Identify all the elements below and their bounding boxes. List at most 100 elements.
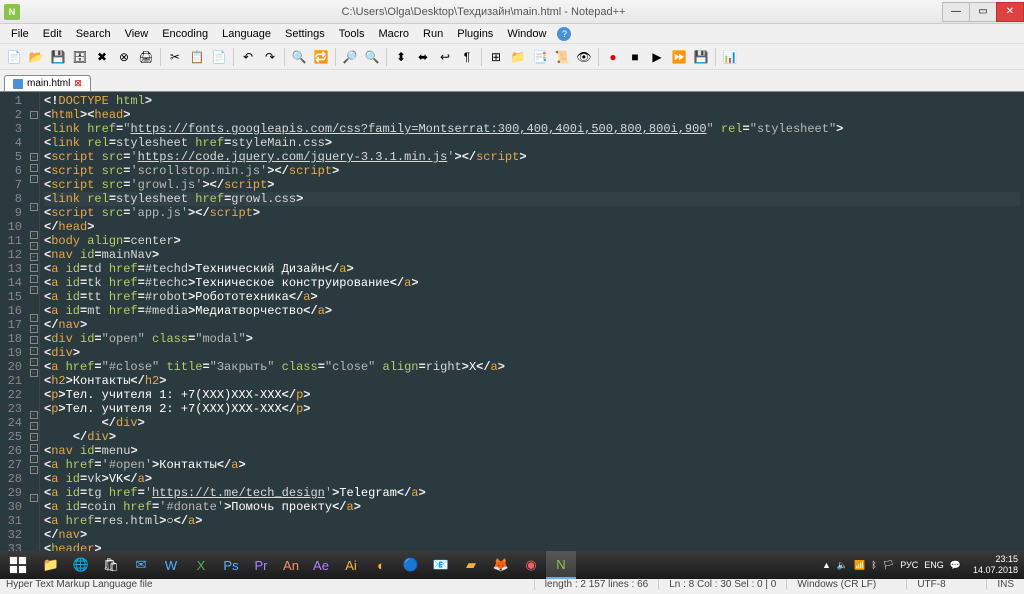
save-icon[interactable]: 💾 bbox=[48, 47, 68, 67]
code-line[interactable]: <link rel=stylesheet href=styleMain.css> bbox=[44, 136, 1020, 150]
code-line[interactable]: <a id=tk href=#techc>Техническое констру… bbox=[44, 276, 1020, 290]
func-list-icon[interactable]: 📜 bbox=[552, 47, 572, 67]
menu-view[interactable]: View bbox=[118, 26, 156, 42]
fold-gutter[interactable]: ------------------------ bbox=[28, 92, 40, 558]
replace-icon[interactable]: 🔁 bbox=[311, 47, 331, 67]
redo-icon[interactable]: ↷ bbox=[260, 47, 280, 67]
close-button[interactable]: ✕ bbox=[996, 2, 1024, 22]
tray-network-icon[interactable]: 🔈 bbox=[837, 560, 848, 571]
task-sublime-icon[interactable]: ▰ bbox=[456, 551, 486, 579]
fold-marker[interactable]: - bbox=[30, 242, 38, 250]
tray-kbd-layout[interactable]: РУС bbox=[900, 560, 918, 570]
code-line[interactable]: </div> bbox=[44, 416, 1020, 430]
copy-icon[interactable]: 📋 bbox=[187, 47, 207, 67]
code-line[interactable]: <nav id=mainNav> bbox=[44, 248, 1020, 262]
save-macro-icon[interactable]: 💾 bbox=[691, 47, 711, 67]
fold-marker[interactable]: - bbox=[30, 253, 38, 261]
doc-map-icon[interactable]: 📑 bbox=[530, 47, 550, 67]
code-line[interactable]: <p>Тел. учителя 2: +7(XXX)XXX-XXX</p> bbox=[44, 402, 1020, 416]
fold-marker[interactable]: - bbox=[30, 175, 38, 183]
indent-guide-icon[interactable]: ⊞ bbox=[486, 47, 506, 67]
close-all-icon[interactable]: ⊗ bbox=[114, 47, 134, 67]
maximize-button[interactable]: ▭ bbox=[969, 2, 997, 22]
code-line[interactable]: <link rel=stylesheet href=growl.css> bbox=[44, 192, 1020, 206]
undo-icon[interactable]: ↶ bbox=[238, 47, 258, 67]
fold-marker[interactable]: - bbox=[30, 153, 38, 161]
fold-marker[interactable]: - bbox=[30, 264, 38, 272]
compare-icon[interactable]: 📊 bbox=[720, 47, 740, 67]
task-edge-icon[interactable]: 🌐 bbox=[66, 551, 96, 579]
task-word-icon[interactable]: W bbox=[156, 551, 186, 579]
code-line[interactable]: <body align=center> bbox=[44, 234, 1020, 248]
tray-wifi-icon[interactable]: 📶 bbox=[854, 560, 865, 571]
code-line[interactable]: <h2>Контакты</h2> bbox=[44, 374, 1020, 388]
code-area[interactable]: <!DOCTYPE html><html><head><link href="h… bbox=[40, 92, 1024, 558]
print-icon[interactable]: 🖨 bbox=[136, 47, 156, 67]
code-line[interactable]: <link href="https://fonts.googleapis.com… bbox=[44, 122, 1020, 136]
code-line[interactable]: <div> bbox=[44, 346, 1020, 360]
record-macro-icon[interactable]: ● bbox=[603, 47, 623, 67]
code-line[interactable]: <p>Тел. учителя 1: +7(XXX)XXX-XXX</p> bbox=[44, 388, 1020, 402]
fold-marker[interactable]: - bbox=[30, 111, 38, 119]
task-animate-icon[interactable]: An bbox=[276, 551, 306, 579]
fold-marker[interactable]: - bbox=[30, 433, 38, 441]
editor[interactable]: 1234567891011121314151617181920212223242… bbox=[0, 92, 1024, 558]
fold-marker[interactable]: - bbox=[30, 466, 38, 474]
fold-marker[interactable]: - bbox=[30, 422, 38, 430]
tray-action-icon[interactable]: 💬 bbox=[950, 560, 961, 571]
code-line[interactable]: <script src='growl.js'></script> bbox=[44, 178, 1020, 192]
fold-marker[interactable]: - bbox=[30, 444, 38, 452]
fold-marker[interactable]: - bbox=[30, 164, 38, 172]
code-line[interactable]: <a id=mt href=#media>Медиатворчество</a> bbox=[44, 304, 1020, 318]
code-line[interactable]: <a href='#open'>Контакты</a> bbox=[44, 458, 1020, 472]
cut-icon[interactable]: ✂ bbox=[165, 47, 185, 67]
task-gmail-icon[interactable]: 📧 bbox=[426, 551, 456, 579]
code-line[interactable]: <script src='app.js'></script> bbox=[44, 206, 1020, 220]
code-line[interactable]: <a id=coin href='#donate'>Помочь проекту… bbox=[44, 500, 1020, 514]
code-line[interactable]: </head> bbox=[44, 220, 1020, 234]
start-button[interactable] bbox=[0, 551, 36, 579]
menu-edit[interactable]: Edit bbox=[36, 26, 69, 42]
fold-marker[interactable]: - bbox=[30, 455, 38, 463]
task-app-icon[interactable]: ◉ bbox=[516, 551, 546, 579]
wrap-icon[interactable]: ↩ bbox=[435, 47, 455, 67]
monitor-icon[interactable]: 👁 bbox=[574, 47, 594, 67]
task-photoshop-icon[interactable]: Ps bbox=[216, 551, 246, 579]
tray-flag-icon[interactable]: 🏳 bbox=[883, 560, 894, 571]
zoom-in-icon[interactable]: 🔎 bbox=[340, 47, 360, 67]
menu-plugins[interactable]: Plugins bbox=[450, 26, 500, 42]
code-line[interactable]: <a href=res.html>○</a> bbox=[44, 514, 1020, 528]
task-blender-icon[interactable]: ◐ bbox=[366, 551, 396, 579]
stop-macro-icon[interactable]: ■ bbox=[625, 47, 645, 67]
fold-marker[interactable]: - bbox=[30, 203, 38, 211]
code-line[interactable]: </nav> bbox=[44, 528, 1020, 542]
menu-tools[interactable]: Tools bbox=[332, 26, 372, 42]
close-file-icon[interactable]: ✖ bbox=[92, 47, 112, 67]
fold-marker[interactable]: - bbox=[30, 369, 38, 377]
code-line[interactable]: <a id=tg href='https://t.me/tech_design'… bbox=[44, 486, 1020, 500]
task-firefox-icon[interactable]: 🦊 bbox=[486, 551, 516, 579]
task-aftereffects-icon[interactable]: Ae bbox=[306, 551, 336, 579]
tray-bluetooth-icon[interactable]: ᛒ bbox=[871, 560, 876, 570]
task-outlook-icon[interactable]: ✉ bbox=[126, 551, 156, 579]
task-notepadpp-icon[interactable]: N bbox=[546, 551, 576, 579]
fold-marker[interactable]: - bbox=[30, 286, 38, 294]
menu-language[interactable]: Language bbox=[215, 26, 278, 42]
open-file-icon[interactable]: 📂 bbox=[26, 47, 46, 67]
sync-h-icon[interactable]: ⬌ bbox=[413, 47, 433, 67]
task-excel-icon[interactable]: X bbox=[186, 551, 216, 579]
fold-marker[interactable]: - bbox=[30, 347, 38, 355]
menu-search[interactable]: Search bbox=[69, 26, 118, 42]
code-line[interactable]: <a id=tt href=#robot>Робототехника</a> bbox=[44, 290, 1020, 304]
code-line[interactable]: <a id=td href=#techd>Технический Дизайн<… bbox=[44, 262, 1020, 276]
code-line[interactable]: <nav id=menu> bbox=[44, 444, 1020, 458]
menu-run[interactable]: Run bbox=[416, 26, 450, 42]
fold-marker[interactable]: - bbox=[30, 314, 38, 322]
tab-close-icon[interactable]: ⊠ bbox=[74, 78, 82, 89]
show-all-chars-icon[interactable]: ¶ bbox=[457, 47, 477, 67]
task-chrome-icon[interactable]: 🔵 bbox=[396, 551, 426, 579]
save-all-icon[interactable]: 🗄 bbox=[70, 47, 90, 67]
code-line[interactable]: <a href="#close" title="Закрыть" class="… bbox=[44, 360, 1020, 374]
code-line[interactable]: <html><head> bbox=[44, 108, 1020, 122]
menu-?[interactable]: ? bbox=[557, 27, 571, 41]
